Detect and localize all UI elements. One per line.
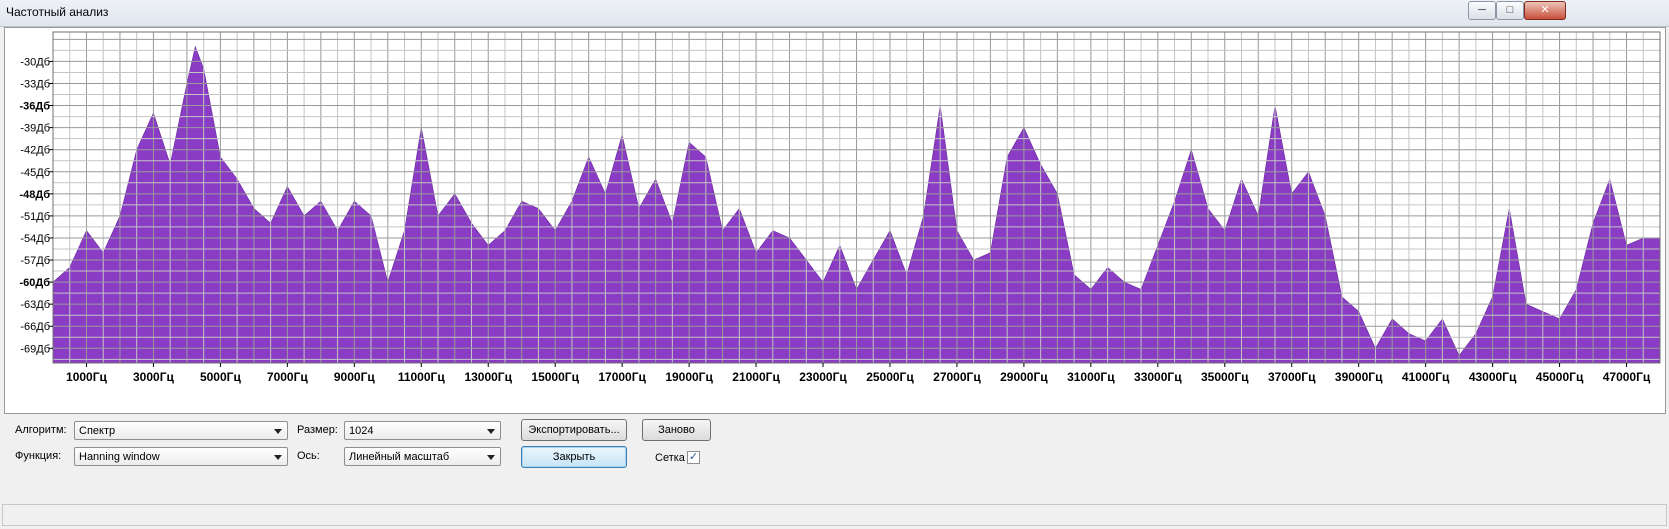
- y-tick-label: -42Дб: [20, 145, 50, 157]
- close-button[interactable]: Закрыть: [521, 446, 627, 468]
- y-tick-label: -51Дб: [20, 211, 50, 223]
- title-bar: Частотный анализ ─ □ ✕: [0, 0, 1669, 27]
- y-tick-label: -36Дб: [19, 101, 50, 113]
- x-tick-label: 19000Гц: [665, 370, 713, 384]
- x-tick-label: 41000Гц: [1402, 370, 1450, 384]
- function-select[interactable]: Hanning window: [74, 447, 288, 466]
- grid-checkbox[interactable]: ✓: [687, 451, 700, 464]
- x-tick-label: 31000Гц: [1067, 370, 1115, 384]
- y-tick-label: -57Дб: [20, 255, 50, 267]
- close-window-button[interactable]: ✕: [1524, 1, 1566, 20]
- x-tick-label: 15000Гц: [531, 370, 579, 384]
- function-label: Функция:: [15, 450, 62, 462]
- minimize-button[interactable]: ─: [1468, 1, 1496, 20]
- spectrum-chart: -30Дб -33Дб -36Дб -39Дб -42Дб -45Дб -48Дб -51Дб…: [19, 31, 1661, 384]
- y-tick-label: -33Дб: [20, 78, 50, 90]
- x-tick-label: 23000Гц: [799, 370, 847, 384]
- x-tick-label: 35000Гц: [1201, 370, 1249, 384]
- x-tick-label: 27000Гц: [933, 370, 981, 384]
- replot-button[interactable]: Заново: [642, 419, 711, 441]
- x-tick-label: 3000Гц: [133, 370, 174, 384]
- x-tick-label: 45000Гц: [1536, 370, 1584, 384]
- x-tick-label: 43000Гц: [1469, 370, 1517, 384]
- x-tick-label: 39000Гц: [1335, 370, 1383, 384]
- x-tick-label: 13000Гц: [464, 370, 512, 384]
- x-tick-label: 5000Гц: [200, 370, 241, 384]
- algorithm-label: Алгоритм:: [15, 424, 67, 436]
- y-tick-label: -63Дб: [20, 299, 50, 311]
- y-tick-label: -48Дб: [19, 189, 50, 201]
- checkmark-icon: ✓: [688, 451, 699, 463]
- x-tick-label: 17000Гц: [598, 370, 646, 384]
- y-tick-label: -54Дб: [20, 233, 50, 245]
- size-select[interactable]: 1024: [344, 421, 501, 440]
- x-tick-label: 9000Гц: [334, 370, 375, 384]
- x-tick-label: 33000Гц: [1134, 370, 1182, 384]
- y-tick-label: -69Дб: [20, 343, 50, 355]
- y-tick-label: -39Дб: [20, 123, 50, 135]
- y-tick-label: -66Дб: [20, 321, 50, 333]
- x-tick-label: 25000Гц: [866, 370, 914, 384]
- y-tick-label: -60Дб: [19, 277, 50, 289]
- x-tick-label: 1000Гц: [66, 370, 107, 384]
- chevron-down-icon: [274, 455, 282, 460]
- spectrum-plot: -30Дб -33Дб -36Дб -39Дб -42Дб -45Дб -48Дб -51Дб…: [4, 27, 1666, 414]
- axis-value: Линейный масштаб: [349, 451, 450, 463]
- x-tick-label: 7000Гц: [267, 370, 308, 384]
- maximize-button[interactable]: □: [1496, 1, 1524, 20]
- size-value: 1024: [349, 425, 374, 437]
- x-tick-label: 21000Гц: [732, 370, 780, 384]
- chevron-down-icon: [487, 455, 495, 460]
- y-tick-label: -45Дб: [20, 167, 50, 179]
- window-title: Частотный анализ: [6, 5, 109, 19]
- axis-select[interactable]: Линейный масштаб: [344, 447, 501, 466]
- axis-label: Ось:: [297, 450, 320, 462]
- status-bar: [2, 504, 1667, 526]
- x-tick-label: 11000Гц: [398, 370, 446, 384]
- x-tick-label: 29000Гц: [1000, 370, 1048, 384]
- x-tick-label: 37000Гц: [1268, 370, 1316, 384]
- grid-label: Сетка: [655, 452, 685, 464]
- chevron-down-icon: [487, 429, 495, 434]
- y-tick-label: -30Дб: [20, 56, 50, 68]
- algorithm-value: Спектр: [79, 425, 116, 437]
- size-label: Размер:: [297, 424, 338, 436]
- export-button[interactable]: Экспортировать...: [521, 419, 627, 441]
- chevron-down-icon: [274, 429, 282, 434]
- algorithm-select[interactable]: Спектр: [74, 421, 288, 440]
- function-value: Hanning window: [79, 451, 160, 463]
- x-tick-label: 47000Гц: [1603, 370, 1651, 384]
